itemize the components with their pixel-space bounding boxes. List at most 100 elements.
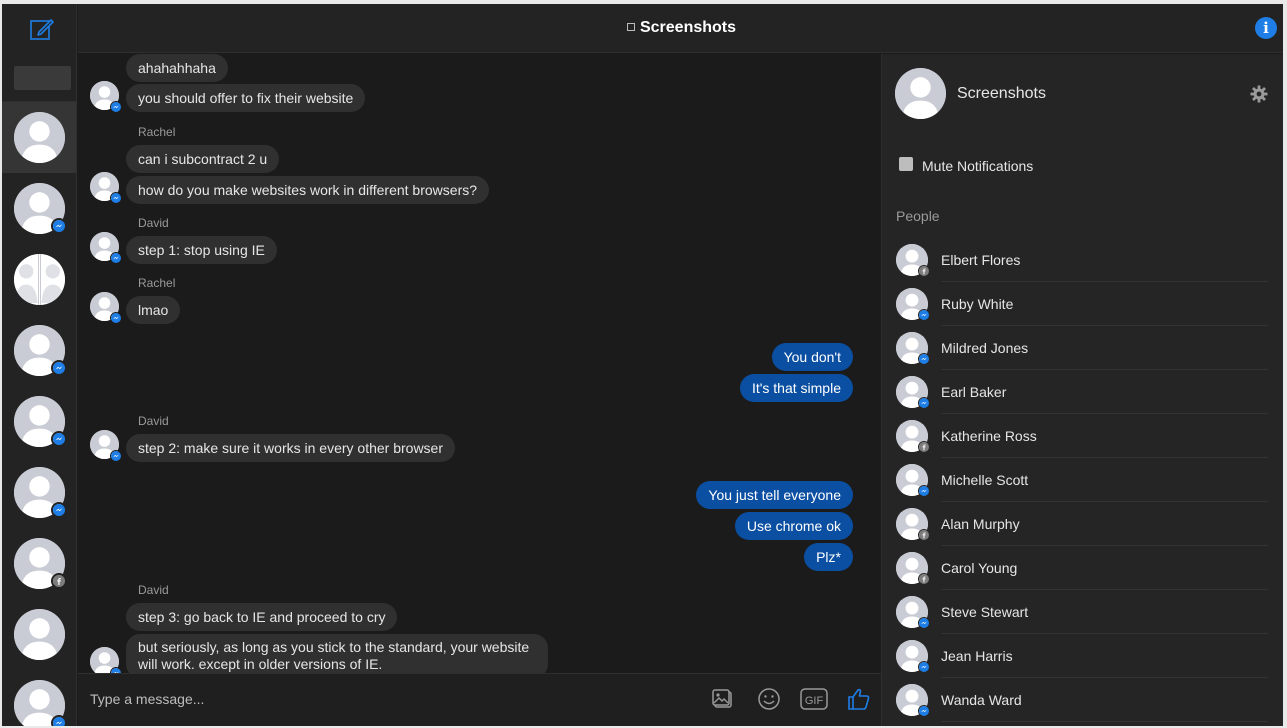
sender-name: Rachel <box>138 276 176 290</box>
conversation-item[interactable] <box>2 102 76 173</box>
conversation-search[interactable] <box>14 66 71 90</box>
top-bar: Screenshots i <box>78 4 1285 53</box>
conversation-item[interactable] <box>2 244 76 315</box>
facebook-badge-icon <box>918 573 930 585</box>
conversation-item[interactable] <box>2 670 76 726</box>
info-icon[interactable]: i <box>1255 17 1277 39</box>
outgoing-message[interactable]: You don't <box>771 343 853 371</box>
conversation-item[interactable] <box>2 386 76 457</box>
conversation-title-wrap: Screenshots <box>78 19 1285 37</box>
person-row[interactable]: Earl Baker <box>882 370 1285 414</box>
person-row[interactable]: Steve Stewart <box>882 590 1285 634</box>
conversation-item[interactable] <box>2 599 76 670</box>
conversation-rail <box>2 4 77 726</box>
facebook-badge-icon <box>918 265 930 277</box>
avatar <box>14 112 65 163</box>
messenger-badge-icon <box>918 353 930 365</box>
sender-avatar[interactable] <box>90 172 122 204</box>
messenger-badge-icon <box>110 252 122 264</box>
incoming-message[interactable]: step 2: make sure it works in every othe… <box>126 434 456 462</box>
person-name: Mildred Jones <box>941 340 1029 356</box>
messenger-badge-icon <box>51 218 67 234</box>
group-avatar <box>895 68 946 119</box>
person-row[interactable]: Ruby White <box>882 282 1285 326</box>
conversation-item[interactable] <box>2 315 76 386</box>
incoming-message[interactable]: how do you make websites work in differe… <box>126 176 490 204</box>
details-panel: Screenshots Mute Notifications People El… <box>881 54 1285 726</box>
mute-notifications-checkbox[interactable] <box>899 157 913 171</box>
incoming-message[interactable]: ahahahhaha <box>126 54 228 82</box>
incoming-message[interactable]: step 1: stop using IE <box>126 236 277 264</box>
outgoing-message[interactable]: Use chrome ok <box>734 512 853 540</box>
person-row[interactable]: Elbert Flores <box>882 238 1285 282</box>
messenger-badge-icon <box>918 485 930 497</box>
person-row[interactable]: Katherine Ross <box>882 414 1285 458</box>
person-name: Earl Baker <box>941 384 1007 400</box>
messenger-badge-icon <box>918 617 930 629</box>
row-divider <box>941 721 1268 722</box>
person-row[interactable]: Carol Young <box>882 546 1285 590</box>
messenger-badge-icon <box>110 192 122 204</box>
facebook-badge-icon <box>51 573 67 589</box>
message-input[interactable] <box>90 687 690 711</box>
messenger-badge-icon <box>918 309 930 321</box>
facebook-badge-icon <box>918 529 930 541</box>
messenger-window: Screenshots i ahahahhaha you should offer… <box>2 4 1285 726</box>
group-icon <box>626 23 635 31</box>
group-name: Screenshots <box>957 85 1046 102</box>
outgoing-message[interactable]: Plz* <box>804 543 853 571</box>
sender-name: David <box>138 583 169 597</box>
person-row[interactable]: Alan Murphy <box>882 502 1285 546</box>
avatar <box>14 254 65 305</box>
photo-icon[interactable] <box>710 686 736 712</box>
incoming-message[interactable]: but seriously, as long as you stick to t… <box>126 634 548 673</box>
conversation-item[interactable] <box>2 173 76 244</box>
gear-icon[interactable] <box>1250 85 1268 103</box>
person-row[interactable]: Wanda Ward <box>882 678 1285 722</box>
messenger-badge-icon <box>918 661 930 673</box>
thumbs-up-icon[interactable] <box>846 686 872 712</box>
incoming-message[interactable]: you should offer to fix their website <box>126 84 366 112</box>
person-name: Alan Murphy <box>941 516 1020 532</box>
mute-notifications-label[interactable]: Mute Notifications <box>922 158 1033 174</box>
composer: GIF <box>78 673 881 726</box>
messenger-badge-icon <box>918 397 930 409</box>
messenger-badge-icon <box>51 431 67 447</box>
person-name: Michelle Scott <box>941 472 1029 488</box>
messenger-badge-icon <box>51 360 67 376</box>
sender-avatar[interactable] <box>90 430 122 462</box>
messenger-badge-icon <box>51 715 67 726</box>
window-edge <box>1283 0 1287 728</box>
person-row[interactable]: Michelle Scott <box>882 458 1285 502</box>
emoji-icon[interactable] <box>756 686 782 712</box>
gif-label: GIF <box>805 695 824 707</box>
sender-avatar[interactable] <box>90 292 122 324</box>
avatar <box>14 609 65 660</box>
person-row[interactable]: Mildred Jones <box>882 326 1285 370</box>
person-name: Steve Stewart <box>941 604 1029 620</box>
sender-avatar[interactable] <box>90 81 122 113</box>
incoming-message[interactable]: can i subcontract 2 u <box>126 145 280 173</box>
sender-name: Rachel <box>138 125 176 139</box>
outgoing-message[interactable]: You just tell everyone <box>696 481 853 509</box>
conversation-item[interactable] <box>2 457 76 528</box>
conversation-item[interactable] <box>2 528 76 599</box>
incoming-message[interactable]: step 3: go back to IE and proceed to cry <box>126 603 398 631</box>
person-name: Elbert Flores <box>941 252 1021 268</box>
incoming-message[interactable]: lmao <box>126 296 181 324</box>
person-row[interactable]: Jean Harris <box>882 634 1285 678</box>
facebook-badge-icon <box>918 441 930 453</box>
person-name: Jean Harris <box>941 648 1013 664</box>
messenger-badge-icon <box>51 502 67 518</box>
outgoing-message[interactable]: It's that simple <box>739 374 853 402</box>
conversation-title: Screenshots <box>639 19 737 36</box>
messenger-badge-icon <box>918 705 930 717</box>
info-glyph: i <box>1263 19 1269 37</box>
sender-name: David <box>138 216 169 230</box>
compose-icon[interactable] <box>29 16 55 42</box>
person-name: Carol Young <box>941 560 1018 576</box>
messenger-badge-icon <box>110 101 122 113</box>
gif-icon[interactable]: GIF <box>800 686 828 712</box>
sender-avatar[interactable] <box>90 232 122 264</box>
sender-avatar[interactable] <box>90 647 122 673</box>
